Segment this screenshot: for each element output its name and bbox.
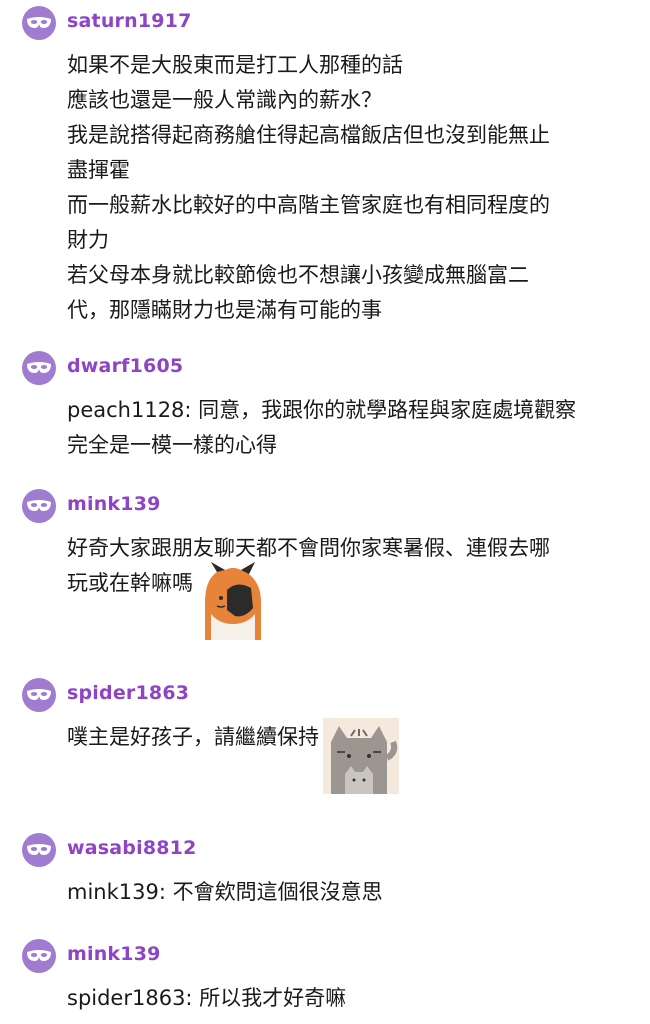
username[interactable]: spider1863 <box>67 682 189 704</box>
comment-body: mink139: 不會欸問這個很沒意思 <box>67 875 637 910</box>
comment-body: 好奇大家跟朋友聊天都不會問你家寒暑假、連假去哪 玩或在幹嘛嗎 <box>67 531 637 640</box>
comment-line: peach1128: 同意，我跟你的就學路程與家庭處境觀察 <box>67 398 577 422</box>
anonymous-mask-icon[interactable] <box>22 939 56 973</box>
comment-line: 如果不是大股東而是打工人那種的話 <box>67 53 403 77</box>
comment-line-text: 噗主是好孩子，請繼續保持 <box>67 725 319 749</box>
username[interactable]: wasabi8812 <box>67 837 197 859</box>
comment-line: 完全是一模一樣的心得 <box>67 433 277 457</box>
comment-line: 而一般薪水比較好的中高階主管家庭也有相同程度的 <box>67 193 550 217</box>
anonymous-mask-icon[interactable] <box>22 489 56 523</box>
comment-body: spider1863: 所以我才好奇嘛 <box>67 981 637 1016</box>
username[interactable]: mink139 <box>67 943 161 965</box>
username[interactable]: dwarf1605 <box>67 355 183 377</box>
comment-line: 玩或在幹嘛嗎 <box>67 562 637 640</box>
fox-facepalm-sticker[interactable] <box>197 562 269 640</box>
comment-line: 應該也還是一般人常識內的薪水？ <box>67 88 382 112</box>
comment-line: 好奇大家跟朋友聊天都不會問你家寒暑假、連假去哪 <box>67 536 550 560</box>
comment-body: peach1128: 同意，我跟你的就學路程與家庭處境觀察 完全是一模一樣的心得 <box>67 393 637 463</box>
pusheen-cat-sticker[interactable] <box>323 718 399 794</box>
comment-body: 噗主是好孩子，請繼續保持 <box>67 718 637 794</box>
anonymous-mask-icon[interactable] <box>22 351 56 385</box>
username[interactable]: saturn1917 <box>67 10 192 32</box>
comment-line: 噗主是好孩子，請繼續保持 <box>67 718 637 794</box>
comment-line: 盡揮霍 <box>67 158 130 182</box>
comment-line: 財力 <box>67 228 109 252</box>
comment-line-text: 玩或在幹嘛嗎 <box>67 571 193 595</box>
anonymous-mask-icon[interactable] <box>22 6 56 40</box>
comment-line: 我是說搭得起商務艙住得起高檔飯店但也沒到能無止 <box>67 123 550 147</box>
anonymous-mask-icon[interactable] <box>22 678 56 712</box>
comment-line: mink139: 不會欸問這個很沒意思 <box>67 880 383 904</box>
anonymous-mask-icon[interactable] <box>22 833 56 867</box>
comment-line: spider1863: 所以我才好奇嘛 <box>67 986 347 1010</box>
comment-line: 若父母本身就比較節儉也不想讓小孩變成無腦富二 <box>67 263 529 287</box>
comment-line: 代，那隱瞞財力也是滿有可能的事 <box>67 298 382 322</box>
username[interactable]: mink139 <box>67 493 161 515</box>
comment-body: 如果不是大股東而是打工人那種的話 應該也還是一般人常識內的薪水？ 我是說搭得起商… <box>67 48 637 328</box>
